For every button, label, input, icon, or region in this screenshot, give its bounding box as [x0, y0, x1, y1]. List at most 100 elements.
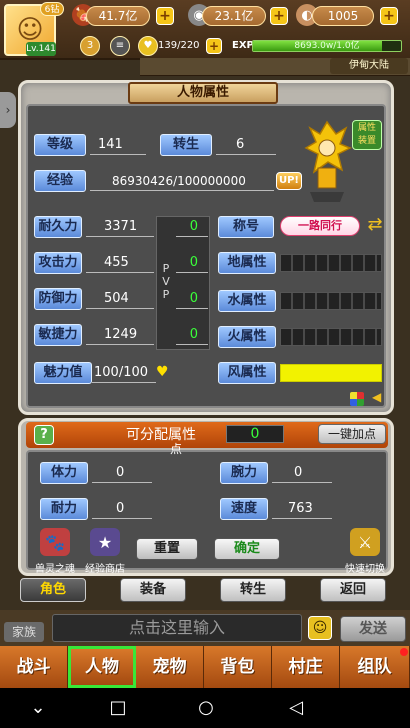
emoji-icon[interactable]: ☺	[308, 616, 332, 640]
chat-input[interactable]: 点击这里输入	[52, 614, 302, 642]
charm-value: 100/100	[94, 365, 149, 380]
vip-badge: 6钻	[40, 2, 64, 16]
nav-battle[interactable]: 战斗	[0, 646, 68, 688]
meat-amount: 41.7亿	[86, 6, 150, 26]
pvp-stat-value: 0	[189, 219, 198, 234]
send-button[interactable]: 发送	[340, 616, 406, 642]
subtab-equipment[interactable]: 装备	[120, 578, 186, 602]
swap-title-icon[interactable]: ⇄	[364, 214, 386, 236]
element-label: 火属性	[218, 326, 276, 348]
title-badge[interactable]: 一路同行	[280, 216, 360, 236]
add-silver-button[interactable]: +	[270, 7, 288, 25]
element-bar	[280, 328, 382, 346]
menu-icon[interactable]: ≡	[110, 36, 130, 56]
character-button-label: 属性 装置	[357, 123, 376, 146]
stat-field-label: 体力	[40, 462, 88, 484]
home-icon[interactable]: ○	[186, 688, 226, 728]
element-bar	[280, 292, 382, 310]
element-label: 地属性	[218, 252, 276, 274]
exp-label: EXP	[232, 40, 254, 51]
divider	[176, 236, 208, 237]
charm-heart-icon[interactable]: ♥	[156, 364, 169, 380]
rank-badge[interactable]: 3	[80, 36, 100, 56]
stamina-heart-icon: ♥	[138, 36, 158, 56]
quick-switch-label: 快速切换	[345, 564, 385, 575]
level-value: 141	[98, 137, 123, 152]
divider	[92, 518, 152, 519]
family-channel-tab[interactable]: 家族	[4, 622, 44, 642]
rebirth-value: 6	[236, 137, 245, 152]
nav-backpack[interactable]: 背包	[204, 646, 272, 688]
recent-apps-icon[interactable]: □	[98, 688, 138, 728]
confirm-button[interactable]: 确定	[214, 538, 280, 560]
add-stamina-button[interactable]: +	[206, 38, 222, 54]
add-gold-button[interactable]: +	[380, 7, 398, 25]
divider	[272, 482, 332, 483]
subtab-rebirth[interactable]: 转生	[220, 578, 286, 602]
divider	[216, 154, 276, 155]
rebirth-label: 转生	[160, 134, 212, 156]
character-sprite	[300, 118, 354, 204]
notification-dot	[400, 648, 408, 656]
beast-soul-icon: 🐾	[40, 528, 70, 556]
level-up-button[interactable]: UP!	[276, 172, 302, 190]
gold-amount: 1005	[312, 6, 374, 26]
side-collapse-tab[interactable]: ›	[0, 92, 16, 128]
nav-pets[interactable]: 宠物	[136, 646, 204, 688]
divider	[92, 482, 152, 483]
stat-label: 敏捷力	[34, 324, 82, 346]
stat-value: 455	[104, 255, 129, 270]
beast-soul-label: 兽灵之魂	[35, 564, 75, 575]
stat-field-label: 腕力	[220, 462, 268, 484]
pvp-stat-value: 0	[189, 327, 198, 342]
chevron-down-icon[interactable]: ⌄	[18, 688, 58, 728]
silver-amount: 23.1亿	[202, 6, 266, 26]
stat-field-value[interactable]: 0	[294, 464, 324, 482]
nav-village[interactable]: 村庄	[272, 646, 340, 688]
add-meat-button[interactable]: +	[156, 7, 174, 25]
stat-field-label: 耐力	[40, 498, 88, 520]
stat-field-value[interactable]: 763	[288, 500, 328, 518]
help-icon[interactable]: ?	[34, 425, 54, 445]
exp-row-label: 经验	[34, 170, 86, 192]
element-bar	[280, 254, 382, 272]
stamina-value: 139/220	[158, 40, 200, 51]
exp-shop-button[interactable]: ★ 经验商店	[78, 528, 132, 580]
element-label: 水属性	[218, 290, 276, 312]
back-icon[interactable]: ◁	[276, 688, 316, 728]
pvp-stat-value: 0	[189, 255, 198, 270]
allocatable-points: 0	[226, 425, 284, 443]
stat-value: 504	[104, 291, 129, 306]
character-attribute-device-button[interactable]: 属性 装置	[352, 120, 382, 150]
divider	[86, 272, 154, 273]
title-label: 称号	[218, 216, 274, 238]
character-sprite-drawing	[304, 120, 352, 202]
quick-switch-button[interactable]: ⚔ 快速切换	[338, 528, 392, 580]
divider	[272, 518, 332, 519]
elements-dice-icon[interactable]	[350, 392, 364, 406]
one-click-allocate-button[interactable]: 一键加点	[318, 424, 386, 444]
reset-button[interactable]: 重置	[136, 538, 198, 560]
divider	[176, 272, 208, 273]
exp-shop-label: 经验商店	[85, 564, 125, 575]
beast-soul-button[interactable]: 🐾 兽灵之魂	[28, 528, 82, 580]
exp-row-value: 86930426/100000000	[112, 174, 246, 188]
level-badge: Lv.141	[26, 42, 56, 56]
stat-field-value[interactable]: 0	[116, 500, 146, 518]
stat-label: 耐久力	[34, 216, 82, 238]
element-bar	[280, 364, 382, 382]
stat-field-value[interactable]: 0	[116, 464, 146, 482]
subtab-role[interactable]: 角色	[20, 578, 86, 602]
pvp-stat-value: 0	[189, 291, 198, 306]
divider	[90, 190, 274, 191]
exp-shop-icon: ★	[90, 528, 120, 556]
stat-label: 防御力	[34, 288, 82, 310]
stat-value: 1249	[104, 327, 138, 342]
map-name[interactable]: 伊甸大陆	[330, 58, 408, 74]
panel-title: 人物属性	[128, 82, 278, 104]
nav-character[interactable]: 人物	[68, 646, 136, 688]
subtab-back[interactable]: 返回	[320, 578, 386, 602]
chevron-left-icon[interactable]: ◀	[372, 390, 381, 404]
divider	[86, 344, 154, 345]
stat-field-label: 速度	[220, 498, 268, 520]
